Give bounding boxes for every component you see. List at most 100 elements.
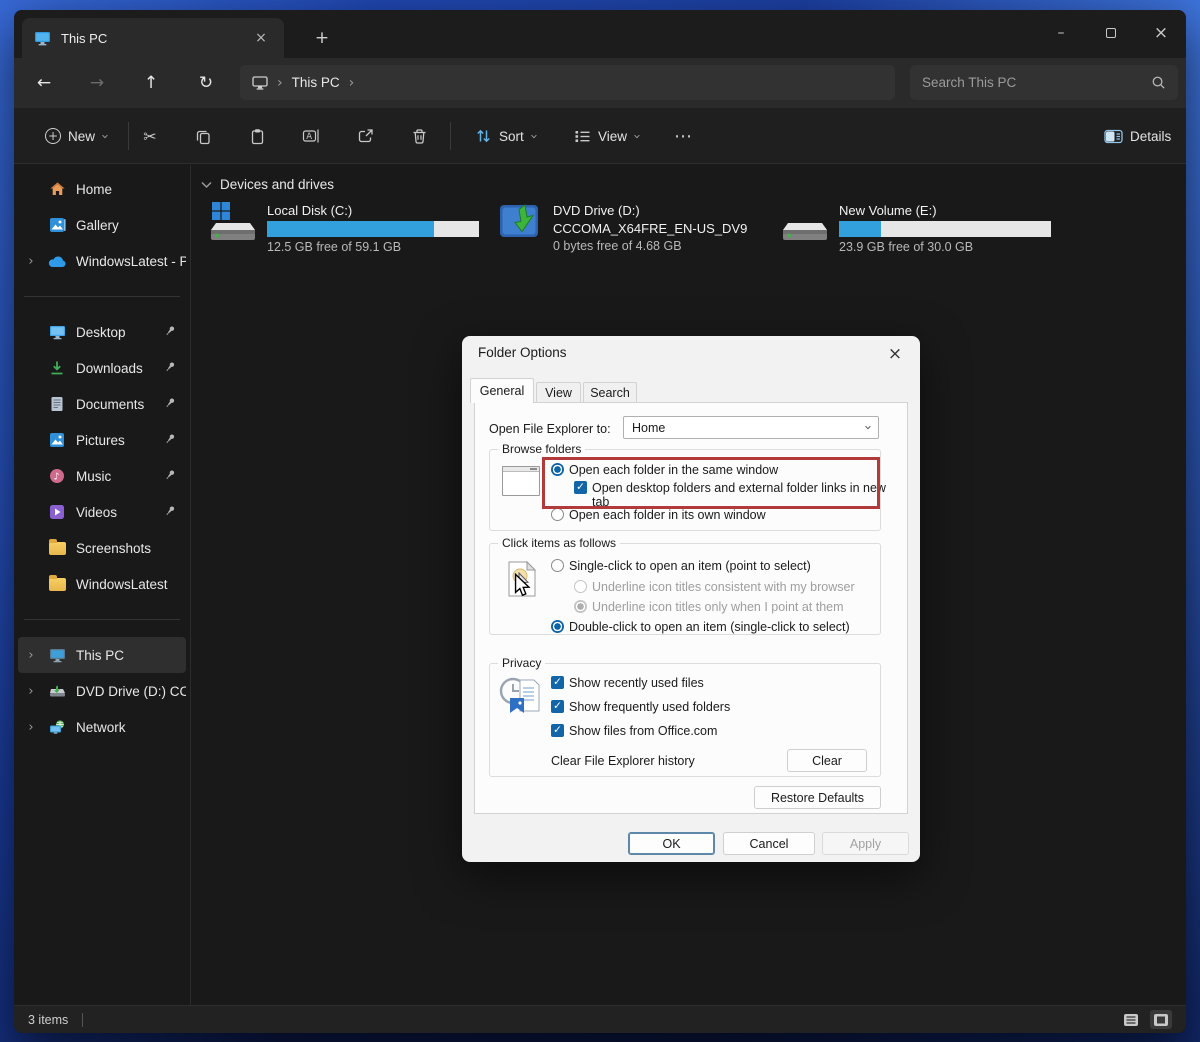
open-to-value: Home	[632, 421, 665, 435]
dialog-title: Folder Options	[478, 345, 567, 360]
paste-icon	[249, 128, 266, 145]
sidebar-item-this-pc[interactable]: › This PC	[18, 637, 186, 673]
sidebar-item-onedrive[interactable]: › WindowsLatest - Pe	[18, 243, 186, 279]
sidebar-item-documents[interactable]: Documents	[18, 386, 186, 422]
new-button[interactable]: + New ›	[36, 119, 116, 153]
breadcrumb-this-pc[interactable]: This PC	[292, 75, 340, 90]
sidebar-item-network[interactable]: › Network	[18, 709, 186, 745]
details-view-toggle[interactable]	[1120, 1010, 1142, 1029]
radio-double-click[interactable]	[551, 620, 564, 633]
sidebar-item-pictures[interactable]: Pictures	[18, 422, 186, 458]
large-icons-view-toggle[interactable]	[1150, 1010, 1172, 1029]
apply-button[interactable]: Apply	[822, 832, 909, 855]
drive-tile-dvd-d[interactable]: DVD Drive (D:) CCCOMA_X64FRE_EN-US_DV9 0…	[493, 199, 775, 263]
ok-button[interactable]: OK	[628, 832, 715, 855]
sidebar-label: Videos	[76, 505, 117, 520]
rename-button[interactable]: A	[294, 119, 328, 153]
radio-own-window[interactable]	[551, 508, 564, 521]
navigation-bar: ← → ↑ ↻ › This PC › Search This PC	[14, 58, 1186, 108]
tab-search[interactable]: Search	[583, 382, 637, 403]
radio-same-window[interactable]	[551, 463, 564, 476]
document-icon	[47, 396, 67, 412]
status-bar: 3 items	[14, 1005, 1186, 1033]
cancel-button[interactable]: Cancel	[723, 832, 815, 855]
chevron-down-icon: ›	[860, 425, 875, 430]
sidebar-label: Home	[76, 182, 112, 197]
tab-strip: This PC × + – ×	[14, 10, 1186, 58]
delete-button[interactable]	[402, 119, 436, 153]
click-items-group: Click items as follows Single-click to o…	[489, 543, 881, 635]
see-more-button[interactable]: ⋯	[666, 119, 700, 153]
section-devices-and-drives[interactable]: Devices and drives	[201, 177, 334, 192]
sidebar-label: Screenshots	[76, 541, 151, 556]
tab-view[interactable]: View	[536, 382, 581, 403]
radio-single-click-label: Single-click to open an item (point to s…	[569, 559, 811, 573]
drive-tile-local-disk-c[interactable]: Local Disk (C:) 12.5 GB free of 59.1 GB	[207, 199, 489, 263]
drive-name: New Volume (E:)	[839, 203, 1051, 218]
search-input[interactable]: Search This PC	[910, 65, 1178, 100]
new-tab-button[interactable]: +	[308, 24, 336, 52]
checkbox-office-files[interactable]: ✓	[551, 724, 564, 737]
dialog-close-button[interactable]: ×	[882, 341, 908, 367]
sidebar-item-dvd-drive[interactable]: › DVD Drive (D:) CCC	[18, 673, 186, 709]
copy-button[interactable]	[186, 119, 220, 153]
paste-button[interactable]	[240, 119, 274, 153]
large-icons-view-icon	[1153, 1013, 1169, 1027]
browse-folders-group: Browse folders Open each folder in the s…	[489, 449, 881, 531]
open-to-dropdown[interactable]: Home ›	[623, 416, 879, 439]
sidebar-item-windowslatest-folder[interactable]: WindowsLatest	[18, 566, 186, 602]
forward-button[interactable]: →	[80, 66, 114, 100]
capacity-bar-fill	[839, 221, 881, 237]
sidebar-item-home[interactable]: Home	[18, 171, 186, 207]
tab-this-pc[interactable]: This PC ×	[22, 18, 284, 58]
sidebar-label: Downloads	[76, 361, 143, 376]
sidebar-item-videos[interactable]: Videos	[18, 494, 186, 530]
address-bar[interactable]: › This PC ›	[240, 65, 895, 100]
share-button[interactable]	[348, 119, 382, 153]
sidebar-item-gallery[interactable]: Gallery	[18, 207, 186, 243]
minimize-button[interactable]: –	[1036, 10, 1086, 56]
chevron-right-icon[interactable]: ›	[24, 648, 38, 663]
drive-free-space: 0 bytes free of 4.68 GB	[553, 239, 747, 253]
back-button[interactable]: ←	[27, 66, 61, 100]
sidebar-item-desktop[interactable]: Desktop	[18, 314, 186, 350]
clear-button[interactable]: Clear	[787, 749, 867, 772]
tab-title: This PC	[61, 31, 107, 46]
checkbox-frequent-folders[interactable]: ✓	[551, 700, 564, 713]
maximize-button[interactable]	[1086, 10, 1136, 56]
window-close-button[interactable]: ×	[1136, 10, 1186, 56]
checkbox-open-new-tab[interactable]: ✓	[574, 481, 587, 494]
restore-defaults-button[interactable]: Restore Defaults	[754, 786, 881, 809]
cut-button[interactable]: ✂	[133, 119, 167, 153]
sort-button[interactable]: Sort ›	[466, 119, 545, 153]
details-pane-button[interactable]: Details	[1095, 119, 1180, 153]
section-header-label: Devices and drives	[220, 177, 334, 192]
item-count: 3 items	[28, 1013, 68, 1027]
details-pane-icon	[1104, 129, 1123, 144]
drive-tile-new-volume-e[interactable]: New Volume (E:) 23.9 GB free of 30.0 GB	[779, 199, 1061, 263]
radio-single-click[interactable]	[551, 559, 564, 572]
view-label: View	[598, 129, 627, 144]
radio-underline-point	[574, 600, 587, 613]
chevron-right-icon[interactable]: ›	[24, 720, 38, 735]
sidebar-item-screenshots[interactable]: Screenshots	[18, 530, 186, 566]
sidebar-item-downloads[interactable]: Downloads	[18, 350, 186, 386]
tab-general[interactable]: General	[470, 378, 534, 403]
home-icon	[47, 181, 67, 197]
drive-free-space: 12.5 GB free of 59.1 GB	[267, 240, 479, 254]
checkbox-recent-files[interactable]: ✓	[551, 676, 564, 689]
pin-icon	[164, 469, 178, 484]
view-button[interactable]: View ›	[565, 119, 648, 153]
sidebar-label: Documents	[76, 397, 144, 412]
chevron-right-icon[interactable]: ›	[24, 684, 38, 699]
tab-close-icon[interactable]: ×	[250, 27, 272, 49]
plus-circle-icon: +	[45, 128, 61, 144]
up-button[interactable]: ↑	[134, 66, 168, 100]
search-icon	[1151, 75, 1166, 90]
refresh-button[interactable]: ↻	[189, 66, 223, 100]
radio-double-click-label: Double-click to open an item (single-cli…	[569, 620, 850, 634]
radio-underline-browser-label: Underline icon titles consistent with my…	[592, 580, 855, 594]
privacy-legend: Privacy	[498, 656, 545, 670]
chevron-right-icon[interactable]: ›	[24, 254, 38, 269]
sidebar-item-music[interactable]: ♪ Music	[18, 458, 186, 494]
